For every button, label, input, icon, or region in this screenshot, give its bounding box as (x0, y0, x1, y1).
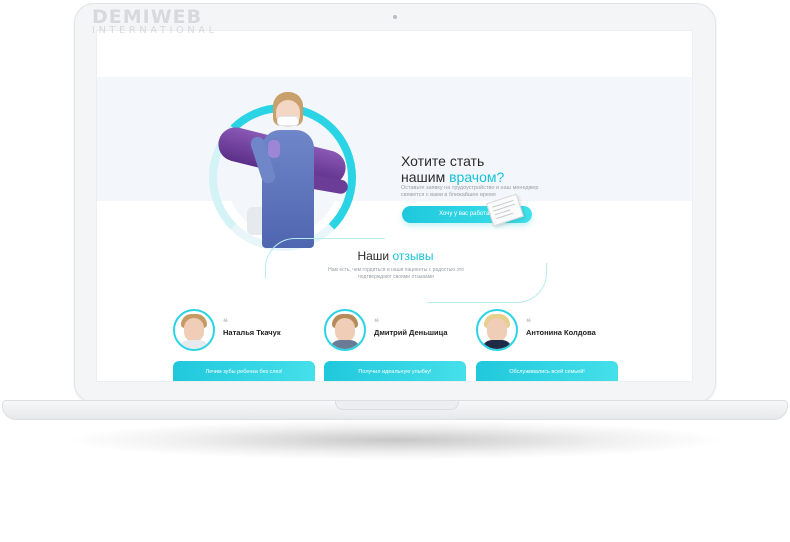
reviews-subtitle: Нам есть, чем гордиться и наши пациенты … (328, 267, 464, 280)
review-headline[interactable]: Обслуживались всей семьей! (476, 361, 618, 381)
review-headline[interactable]: Лечим зубы ребенка без слез! (173, 361, 315, 381)
reviewer-name: Антонина Колдова (526, 328, 596, 337)
avatar-body (482, 340, 512, 349)
laptop-screen: Хотите стать нашим врачом? Оставьте заяв… (96, 30, 693, 382)
reviewer-name: Дмитрий Деньшица (374, 328, 448, 337)
hero-section: Хотите стать нашим врачом? Оставьте заяв… (97, 77, 692, 251)
review-card[interactable]: ❝ Дмитрий Деньшица Получил идеальную улы… (324, 309, 466, 381)
avatar-face (184, 318, 204, 342)
avatar (476, 309, 518, 351)
watermark-subtitle: INTERNATIONAL (92, 25, 218, 36)
review-card[interactable]: ❝ Наталья Ткачук Лечим зубы ребенка без … (173, 309, 315, 381)
avatar-face (335, 318, 355, 342)
hero-description: Оставьте заявку на трудоустройство и наш… (401, 185, 539, 198)
laptop-notch (335, 401, 459, 410)
quote-icon: ❝ (374, 317, 379, 327)
avatar-face (487, 318, 507, 342)
avatar-body (330, 340, 360, 349)
doctor-photo (248, 92, 322, 248)
avatar (324, 309, 366, 351)
laptop-base (2, 400, 788, 420)
review-card[interactable]: ❝ Антонина Колдова Обслуживались всей се… (476, 309, 618, 381)
hero-title: Хотите стать нашим врачом? (401, 153, 504, 185)
laptop-shadow (60, 420, 730, 460)
hero-title-line1: Хотите стать (401, 153, 485, 169)
reviews-title-accent: отзывы (392, 249, 434, 263)
quote-icon: ❝ (223, 317, 228, 327)
reviewer-name: Наталья Ткачук (223, 328, 281, 337)
quote-icon: ❝ (526, 317, 531, 327)
avatar (173, 309, 215, 351)
reviews-title: Наши отзывы (97, 249, 692, 263)
hero-title-accent: врачом? (449, 169, 505, 185)
hero-title-line2: нашим врачом? (401, 169, 504, 185)
avatar-body (179, 340, 209, 349)
doctor-glove (268, 140, 280, 158)
reviews-title-word: Наши (357, 249, 390, 263)
review-headline[interactable]: Получил идеальную улыбку! (324, 361, 466, 381)
camera-dot (393, 15, 397, 19)
hero-title-word: нашим (401, 169, 446, 185)
watermark-logo: DEMIWEB INTERNATIONAL (92, 6, 218, 36)
laptop-mockup: Хотите стать нашим врачом? Оставьте заяв… (0, 0, 790, 542)
doctor-mask (277, 116, 299, 126)
